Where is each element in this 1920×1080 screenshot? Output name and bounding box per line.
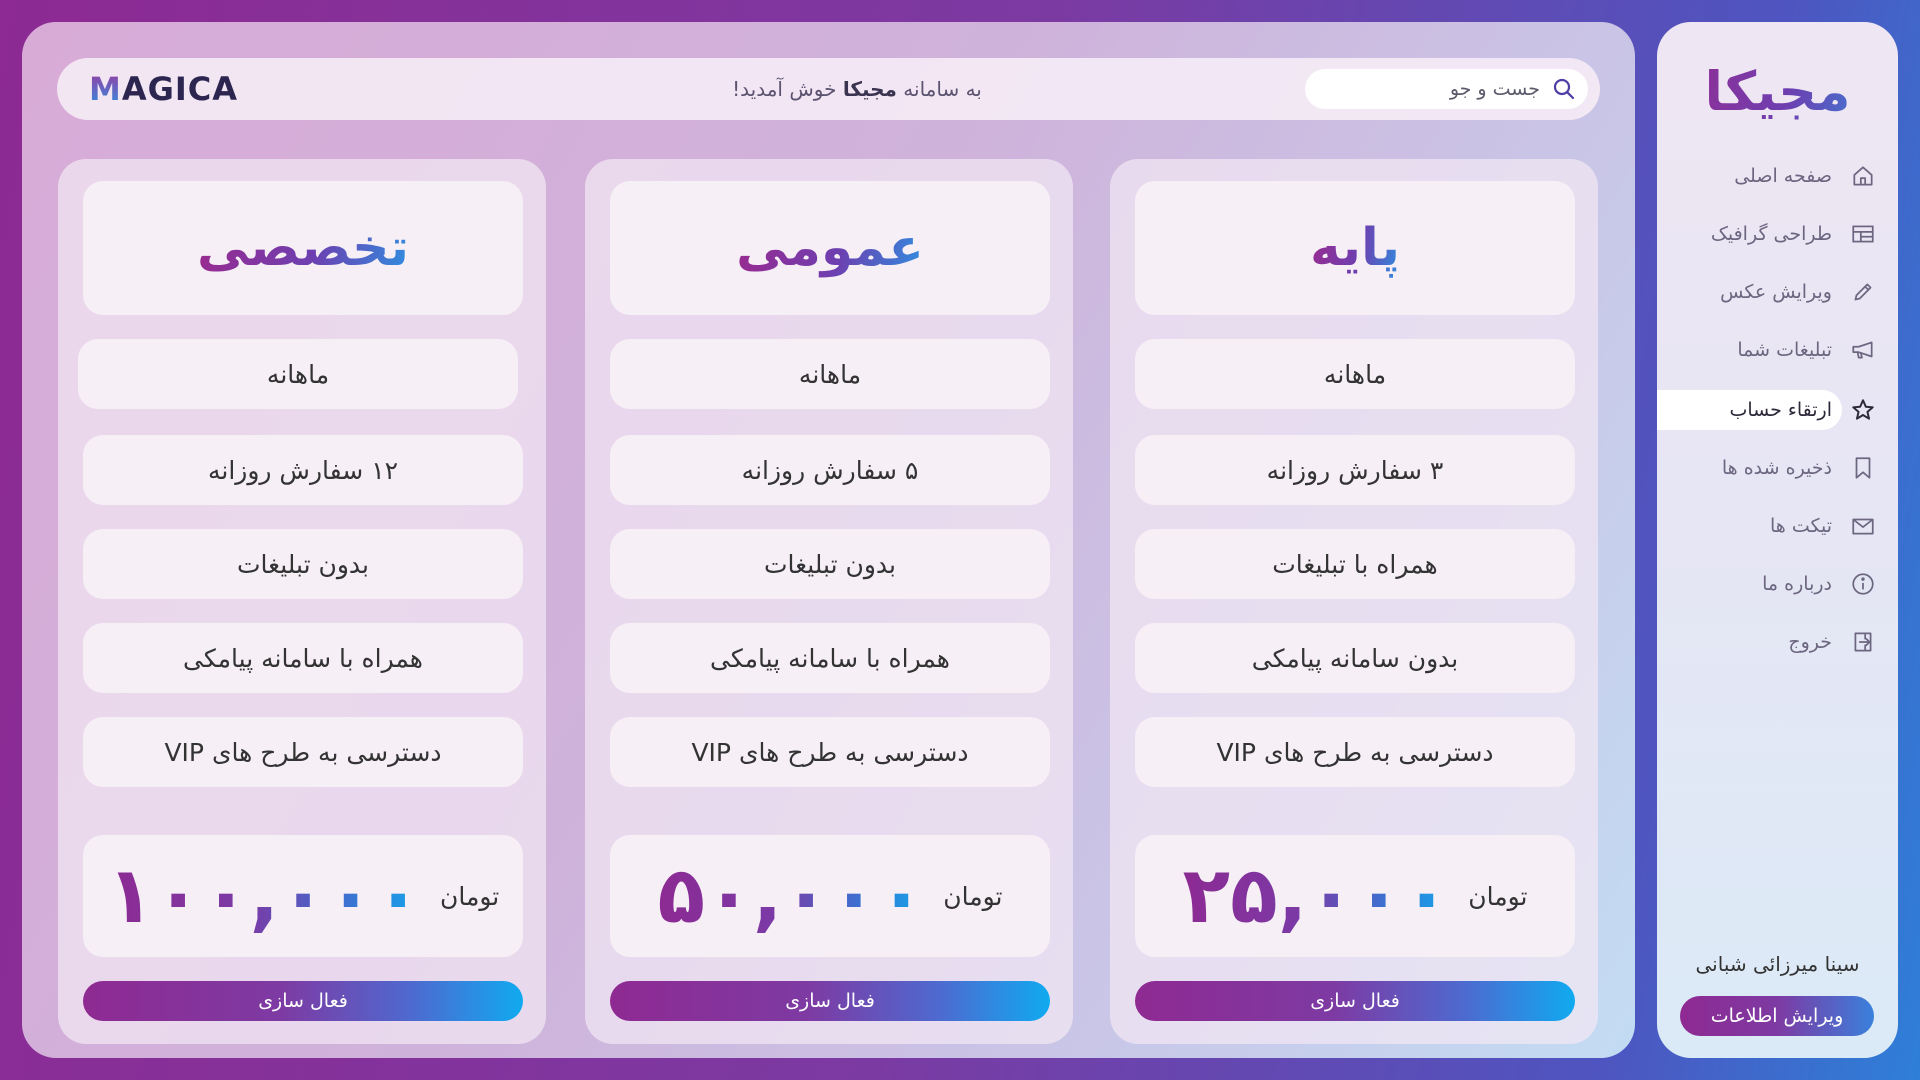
price-currency: تومان [943, 881, 1003, 911]
activate-button[interactable]: فعال سازی [83, 981, 523, 1021]
sidebar-item-logout[interactable]: خروج [1657, 622, 1898, 662]
bookmark-icon [1850, 455, 1876, 481]
plan-feature: ماهانه [1135, 339, 1575, 409]
welcome-brand: مجیکا [842, 77, 897, 101]
plan-feature: بدون تبلیغات [83, 529, 523, 599]
welcome-prefix: به سامانه [903, 77, 982, 101]
home-icon [1850, 163, 1876, 189]
plan-title-box: عمومی [610, 181, 1050, 315]
plan-feature: ۳ سفارش روزانه [1135, 435, 1575, 505]
plan-price-box: تومان ۱۰۰,۰۰۰ [83, 835, 523, 957]
pencil-icon [1850, 279, 1876, 305]
sidebar-item-upgrade[interactable]: ارتقاء حساب [1657, 390, 1898, 430]
plan-feature: بدون تبلیغات [610, 529, 1050, 599]
sidebar-item-tickets[interactable]: تیکت ها [1657, 506, 1898, 546]
plan-title: تخصصی [196, 218, 410, 278]
mail-icon [1850, 513, 1876, 539]
brand-logo[interactable]: مجیکا [1657, 60, 1898, 123]
sidebar-item-photo-edit[interactable]: ویرایش عکس [1657, 272, 1898, 312]
plan-title: پایه [1309, 218, 1401, 278]
plan-feature: دسترسی به طرح های VIP [1135, 717, 1575, 787]
sidebar: مجیکا صفحه اصلی طراحی گرافیک ویرایش عکس … [1657, 22, 1898, 1058]
activate-button[interactable]: فعال سازی [610, 981, 1050, 1021]
plan-feature: ۵ سفارش روزانه [610, 435, 1050, 505]
search-box[interactable] [1305, 69, 1588, 109]
plan-feature: ۱۲ سفارش روزانه [83, 435, 523, 505]
plan-feature: همراه با سامانه پیامکی [83, 623, 523, 693]
price-value: ۱۰۰,۰۰۰ [106, 851, 423, 941]
layout-icon [1850, 221, 1876, 247]
sidebar-item-label: ذخیره شده ها [1721, 457, 1832, 479]
sidebar-item-about[interactable]: درباره ما [1657, 564, 1898, 604]
info-icon [1850, 571, 1876, 597]
edit-profile-button[interactable]: ویرایش اطلاعات [1680, 996, 1874, 1036]
megaphone-icon [1850, 337, 1876, 363]
sidebar-item-graphic-design[interactable]: طراحی گرافیک [1657, 214, 1898, 254]
star-icon [1850, 397, 1876, 423]
activate-button[interactable]: فعال سازی [1135, 981, 1575, 1021]
sidebar-item-saved[interactable]: ذخیره شده ها [1657, 448, 1898, 488]
sidebar-item-label: صفحه اصلی [1734, 165, 1832, 187]
price-currency: تومان [440, 881, 500, 911]
plan-title-box: تخصصی [83, 181, 523, 315]
plan-title: عمومی [736, 218, 924, 278]
sidebar-item-label: ارتقاء حساب [1729, 399, 1833, 421]
user-name: سینا میرزائی شبانی [1695, 952, 1860, 976]
search-icon[interactable] [1552, 77, 1576, 101]
welcome-suffix: خوش آمدید! [732, 77, 837, 101]
magica-logo[interactable]: MAGICA [89, 72, 238, 106]
sidebar-item-ads[interactable]: تبلیغات شما [1657, 330, 1898, 370]
plan-card-general: عمومی ماهانه ۵ سفارش روزانه بدون تبلیغات… [585, 159, 1073, 1044]
plan-card-basic: پایه ماهانه ۳ سفارش روزانه همراه با تبلی… [1110, 159, 1598, 1044]
plan-feature: دسترسی به طرح های VIP [610, 717, 1050, 787]
sidebar-item-home[interactable]: صفحه اصلی [1657, 156, 1898, 196]
top-bar: MAGICA به سامانه مجیکا خوش آمدید! [57, 58, 1600, 120]
plan-price-box: تومان ۵۰,۰۰۰ [610, 835, 1050, 957]
sidebar-item-label: درباره ما [1762, 573, 1832, 595]
plan-feature: ماهانه [610, 339, 1050, 409]
sidebar-item-label: تبلیغات شما [1737, 339, 1832, 361]
plan-card-professional: تخصصی ماهانه ۱۲ سفارش روزانه بدون تبلیغا… [58, 159, 546, 1044]
logout-icon [1850, 629, 1876, 655]
plan-title-box: پایه [1135, 181, 1575, 315]
plan-feature: بدون سامانه پیامکی [1135, 623, 1575, 693]
price-value: ۲۵,۰۰۰ [1182, 851, 1451, 941]
sidebar-item-label: طراحی گرافیک [1710, 223, 1832, 245]
price-currency: تومان [1468, 881, 1528, 911]
plan-feature: ماهانه [78, 339, 518, 409]
plan-feature: دسترسی به طرح های VIP [83, 717, 523, 787]
main-panel: MAGICA به سامانه مجیکا خوش آمدید! تخصصی … [22, 22, 1635, 1058]
welcome-message: به سامانه مجیکا خوش آمدید! [657, 76, 1057, 102]
plan-feature: همراه با تبلیغات [1135, 529, 1575, 599]
sidebar-item-label: ویرایش عکس [1720, 281, 1832, 303]
plan-feature: همراه با سامانه پیامکی [610, 623, 1050, 693]
price-value: ۵۰,۰۰۰ [657, 851, 926, 941]
plan-price-box: تومان ۲۵,۰۰۰ [1135, 835, 1575, 957]
search-input[interactable] [1320, 69, 1540, 109]
sidebar-item-label: تیکت ها [1769, 515, 1832, 537]
sidebar-item-label: خروج [1788, 631, 1832, 653]
